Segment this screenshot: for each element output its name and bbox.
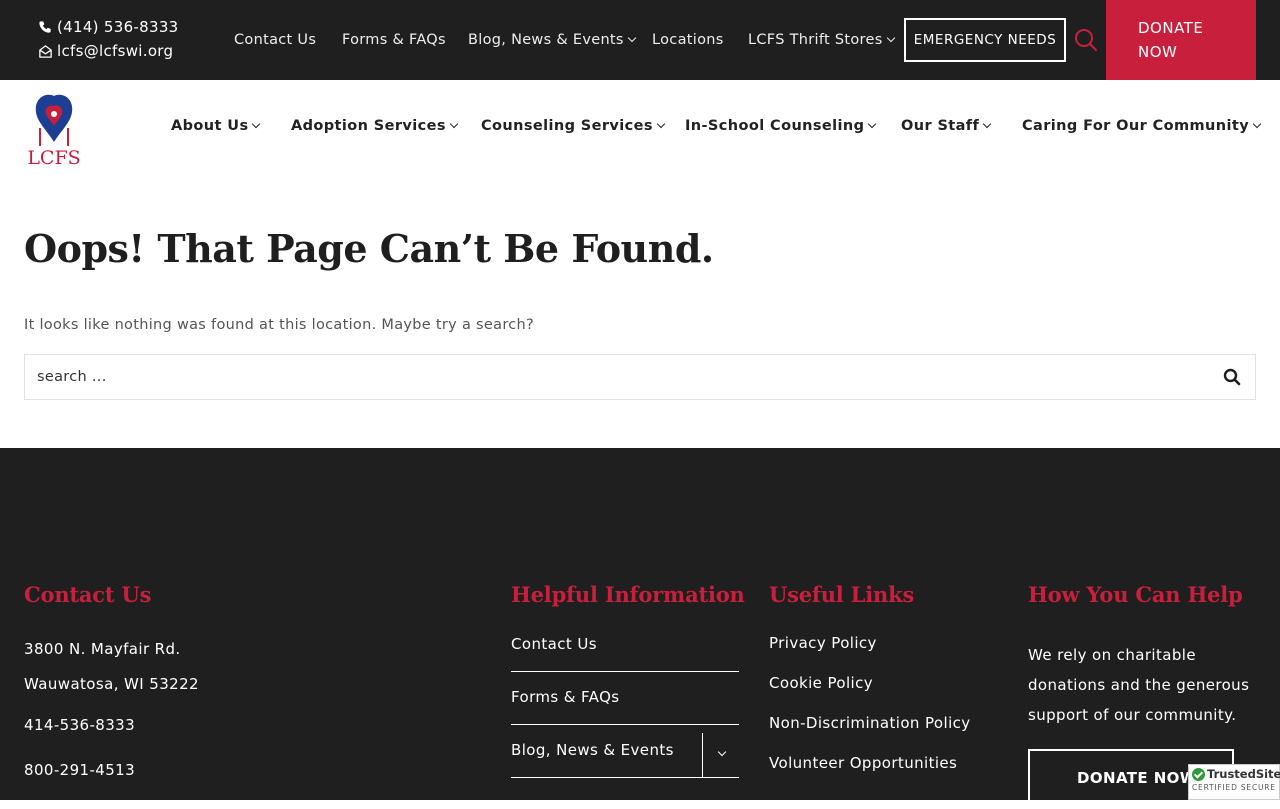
nav-our-staff[interactable]: Our Staff <box>901 118 992 134</box>
footer-link-volunteer[interactable]: Volunteer Opportunities <box>769 754 957 772</box>
chevron-down-icon <box>1252 119 1262 129</box>
phone-icon <box>39 20 51 33</box>
footer-phone-1[interactable]: 414-536-8333 <box>24 716 135 734</box>
topnav-forms-faqs[interactable]: Forms & FAQs <box>342 32 446 48</box>
footer-link-blog-news-events[interactable]: Blog, News & Events <box>511 725 739 778</box>
phone-text: (414) 536-8333 <box>57 18 179 36</box>
phone-link[interactable]: (414) 536-8333 <box>38 15 179 39</box>
footer-address-line2: Wauwatosa, WI 53222 <box>24 675 199 693</box>
topnav-locations[interactable]: Locations <box>652 32 724 48</box>
search-submit-icon[interactable] <box>1223 368 1241 386</box>
checkmark-icon <box>1192 767 1205 781</box>
footer-useful-title: Useful Links <box>769 582 915 607</box>
nav-about-us[interactable]: About Us <box>171 118 261 134</box>
chevron-down-icon <box>252 119 261 129</box>
chevron-down-icon <box>627 33 637 43</box>
search-icon[interactable] <box>1074 28 1098 52</box>
envelope-icon <box>39 44 52 58</box>
footer-address-line1: 3800 N. Mayfair Rd. <box>24 640 181 658</box>
topnav-thrift-stores[interactable]: LCFS Thrift Stores <box>748 32 895 48</box>
email-text: lcfs@lcfswi.org <box>57 42 174 60</box>
footer-contact-title: Contact Us <box>24 582 152 607</box>
nav-in-school-counseling[interactable]: In-School Counseling <box>685 118 877 134</box>
chevron-down-icon <box>886 33 895 43</box>
not-found-message: It looks like nothing was found at this … <box>24 317 535 333</box>
lcfs-logo[interactable]: LCFS <box>20 92 88 169</box>
footer-phone-2[interactable]: 800-291-4513 <box>24 761 135 779</box>
footer-link-non-discrimination[interactable]: Non-Discrimination Policy <box>769 714 971 732</box>
chevron-down-icon <box>717 747 727 757</box>
nav-counseling-services[interactable]: Counseling Services <box>481 118 666 134</box>
chevron-down-icon <box>449 119 459 129</box>
topnav-blog-news-events[interactable]: Blog, News & Events <box>468 32 637 48</box>
page-title: Oops! That Page Can’t Be Found. <box>24 226 714 271</box>
footer-link-privacy-policy[interactable]: Privacy Policy <box>769 634 877 652</box>
search-form <box>24 354 1256 400</box>
site-footer: Contact Us 3800 N. Mayfair Rd. Wauwatosa… <box>0 448 1280 809</box>
logo-mark-icon: LCFS <box>27 94 81 169</box>
donate-now-button[interactable]: DONATE NOW <box>1106 0 1256 80</box>
topnav-contact-us[interactable]: Contact Us <box>234 32 316 48</box>
footer-link-forms-faqs[interactable]: Forms & FAQs <box>511 672 739 725</box>
email-link[interactable]: lcfs@lcfswi.org <box>38 39 179 63</box>
footer-link-contact-us[interactable]: Contact Us <box>511 619 739 672</box>
emergency-needs-button[interactable]: EMERGENCY NEEDS <box>904 18 1066 62</box>
footer-help-title: How You Can Help <box>1028 582 1243 607</box>
contact-block: (414) 536-8333 lcfs@lcfswi.org <box>38 15 179 63</box>
top-bar: (414) 536-8333 lcfs@lcfswi.org Contact U… <box>0 0 1280 80</box>
footer-link-cookie-policy[interactable]: Cookie Policy <box>769 674 873 692</box>
footer-help-text: We rely on charitable donations and the … <box>1028 646 1250 724</box>
chevron-down-icon <box>656 119 666 129</box>
submenu-toggle-button[interactable] <box>702 733 739 778</box>
footer-helpful-title: Helpful Information <box>511 582 745 607</box>
chevron-down-icon <box>868 119 877 129</box>
svg-text:LCFS: LCFS <box>27 147 80 168</box>
nav-caring-for-community[interactable]: Caring For Our Community <box>1022 118 1262 134</box>
chevron-down-icon <box>982 119 992 129</box>
trustedsite-badge[interactable]: TrustedSite CERTIFIED SECURE <box>1188 764 1280 800</box>
nav-adoption-services[interactable]: Adoption Services <box>291 118 459 134</box>
search-input[interactable] <box>25 355 1195 399</box>
